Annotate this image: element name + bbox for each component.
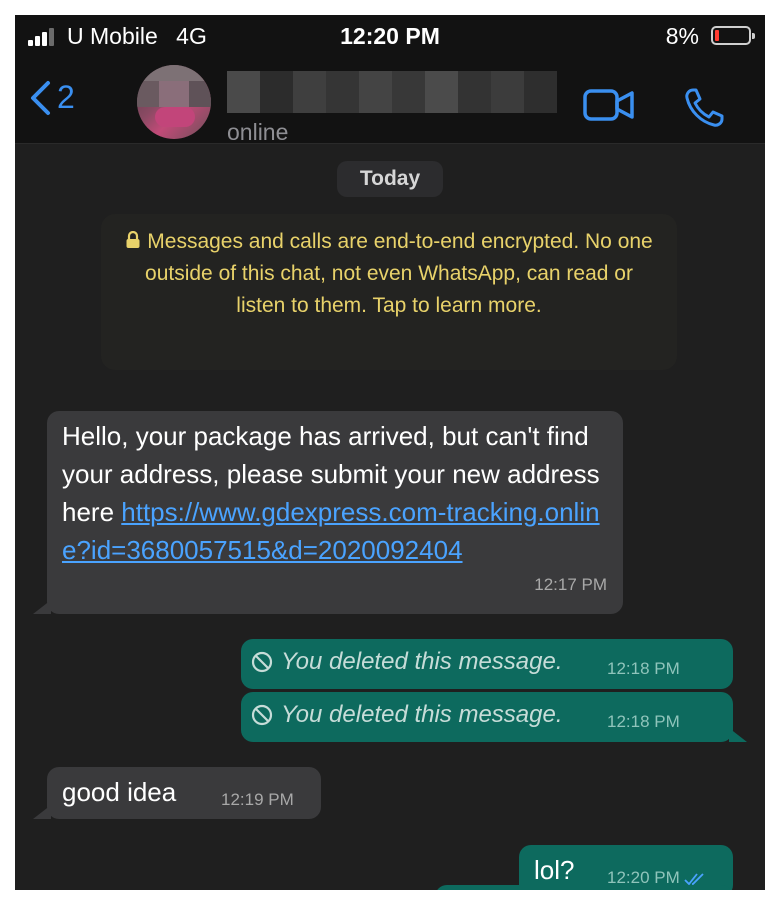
- video-call-button[interactable]: [583, 87, 635, 128]
- message-text: lol?: [534, 855, 575, 885]
- message-link[interactable]: https://www.gdexpress.com-tracking.onlin…: [62, 497, 600, 565]
- battery-icon: [711, 26, 755, 45]
- read-receipt-icon: [684, 872, 704, 885]
- message-time: 12:19 PM: [221, 790, 294, 809]
- chat-header: 2 online: [15, 57, 765, 145]
- phone-icon: [685, 88, 724, 127]
- contact-name-redacted[interactable]: [227, 71, 557, 113]
- message-time: 12:17 PM: [534, 575, 607, 594]
- lock-icon: [126, 230, 140, 248]
- encryption-notice-text: Messages and calls are end-to-end encryp…: [145, 230, 653, 317]
- message-time: 12:18 PM: [607, 659, 680, 678]
- bubble-tail: [729, 728, 747, 742]
- incoming-message[interactable]: Hello, your package has arrived, but can…: [47, 411, 623, 614]
- chat-area[interactable]: Today Messages and calls are end-to-end …: [15, 144, 765, 890]
- date-separator: Today: [337, 161, 443, 197]
- deleted-icon: [251, 651, 273, 673]
- bubble-tail: [33, 600, 51, 614]
- deleted-text: You deleted this message.: [281, 701, 563, 728]
- unread-count: 2: [57, 79, 75, 115]
- presence-status: online: [227, 119, 289, 145]
- outgoing-message[interactable]: lol? 12:20 PM: [519, 845, 733, 890]
- battery-percent: 8%: [665, 23, 699, 49]
- message-time: 12:18 PM: [607, 712, 680, 731]
- avatar[interactable]: [137, 65, 211, 139]
- back-button[interactable]: 2: [29, 79, 75, 116]
- deleted-message: You deleted this message.: [251, 701, 563, 729]
- status-time: 12:20 PM: [340, 23, 440, 49]
- deleted-message: You deleted this message.: [251, 648, 563, 676]
- bubble-tail: [33, 805, 51, 819]
- deleted-icon: [251, 704, 273, 726]
- incoming-message[interactable]: good idea 12:19 PM: [47, 767, 321, 819]
- outgoing-message-partial: [435, 885, 733, 890]
- phone-screen: U Mobile 4G 12:20 PM 8% 2 online Today M…: [15, 15, 765, 890]
- status-bar: U Mobile 4G 12:20 PM 8%: [15, 15, 765, 57]
- outgoing-message[interactable]: You deleted this message. 12:18 PM: [241, 692, 733, 742]
- encryption-notice[interactable]: Messages and calls are end-to-end encryp…: [101, 214, 677, 370]
- message-text: good idea: [62, 777, 177, 807]
- voice-call-button[interactable]: [683, 87, 725, 134]
- chevron-left-icon: [31, 80, 50, 115]
- video-call-icon: [583, 89, 634, 121]
- deleted-text: You deleted this message.: [281, 648, 563, 675]
- outgoing-message[interactable]: You deleted this message. 12:18 PM: [241, 639, 733, 689]
